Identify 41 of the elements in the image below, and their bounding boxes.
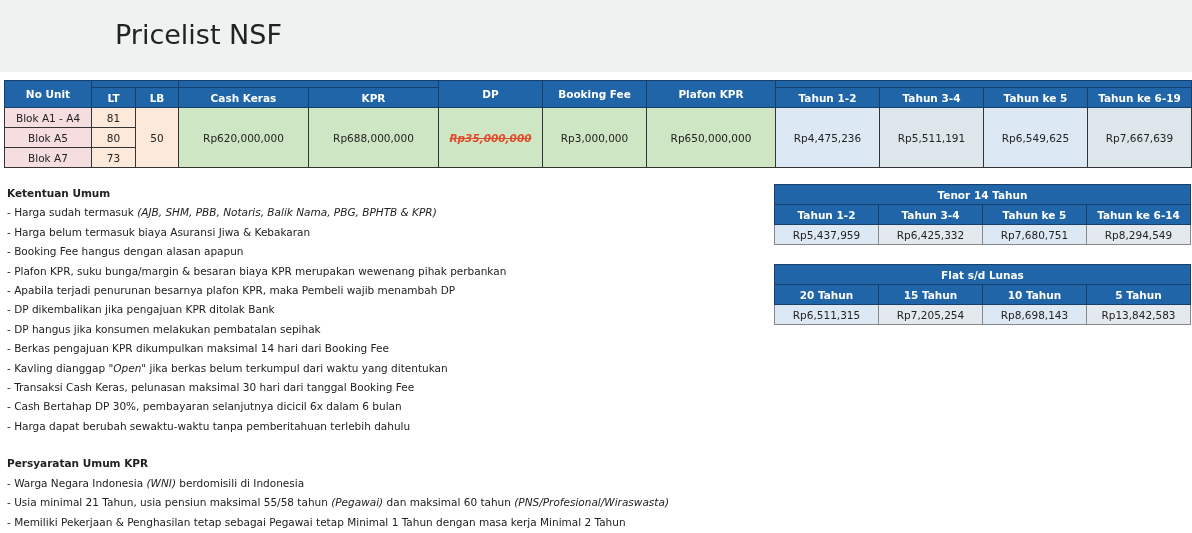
unit-cell: Blok A1 - A4: [4, 107, 92, 128]
note-line: - Memiliki Pekerjaan & Penghasilan tetap sebagai Pegawai tetap Minimal 1 Tahun dengan masa kerja Minimal 2 Tahun: [7, 514, 627, 530]
note-line: - Kavling dianggap "Open" jika berkas belum terkumpul dari waktu yang ditentukan: [7, 360, 449, 376]
unit-cell: Blok A5: [4, 127, 92, 148]
table-cell: Rp688,000,000: [308, 107, 439, 168]
table-cell: Rp5,511,191: [879, 107, 984, 168]
note-line: - Harga sudah termasuk (AJB, SHM, PBB, Notaris, Balik Nama, PBG, BPHTB & KPR): [7, 205, 438, 221]
table-cell: Rp3,000,000: [542, 107, 647, 168]
note-line: - Berkas pengajuan KPR dikumpulkan maksimal 14 hari dari Booking Fee: [7, 341, 390, 357]
table-cell: Rp6,549,625: [983, 107, 1088, 168]
table-cell: Rp620,000,000: [178, 107, 309, 168]
note-line: - Harga dapat berubah sewaktu-waktu tanpa pemberitahuan terlebih dahulu: [7, 418, 412, 434]
column-header: Booking Fee: [542, 80, 647, 108]
section-heading: Persyaratan Umum KPR: [7, 456, 150, 472]
table-cell: Rp650,000,000: [646, 107, 776, 168]
column-header: Plafon KPR: [646, 80, 776, 108]
note-line: - Plafon KPR, suku bunga/margin & besaran biaya KPR merupakan wewenang pihak perbankan: [7, 263, 508, 279]
price-text: Rp35,000,000: [449, 131, 532, 144]
table-title: Tenor 14 Tahun: [774, 184, 1191, 205]
table-cell: 50: [135, 107, 179, 168]
note-line: - Warga Negara Indonesia (WNI) berdomisili di Indonesia: [7, 475, 306, 491]
column-header: No Unit: [4, 80, 92, 108]
table-cell: Rp6,511,315: [774, 304, 879, 325]
note-line: - Booking Fee hangus dengan alasan apapun: [7, 244, 245, 260]
note-line: - DP dikembalikan jika pengajuan KPR ditolak Bank: [7, 302, 276, 318]
table-cell: Rp4,475,236: [775, 107, 880, 168]
note-line: - DP hangus jika konsumen melakukan pembatalan sepihak: [7, 321, 322, 337]
table-title: Flat s/d Lunas: [774, 264, 1191, 285]
column-header: Tahun 1-2: [774, 204, 879, 225]
table-cell: Rp5,437,959: [774, 224, 879, 245]
column-header: DP: [438, 80, 543, 108]
note-line: - Apabila terjadi penurunan besarnya plafon KPR, maka Pembeli wajib menambah DP: [7, 283, 457, 299]
note-line: - Usia minimal 21 Tahun, usia pensiun maksimal 55/58 tahun (Pegawai) dan maksimal 60 tahun (PNS/Profesional/Wiraswasta): [7, 495, 670, 511]
column-header: 20 Tahun: [774, 284, 879, 305]
note-line: - Transaksi Cash Keras, pelunasan maksimal 30 hari dari tanggal Booking Fee: [7, 380, 416, 396]
section-heading: Ketentuan Umum: [7, 186, 112, 201]
note-line: - Cash Bertahap DP 30%, pembayaran selanjutnya dicicil 6x dalam 6 bulan: [7, 399, 403, 415]
page-title: Pricelist NSF: [115, 18, 282, 50]
table-cell: Rp7,667,639: [1087, 107, 1192, 168]
unit-cell: Blok A7: [4, 147, 92, 168]
note-line: - Harga belum termasuk biaya Asuransi Jiwa & Kebakaran: [7, 224, 312, 240]
